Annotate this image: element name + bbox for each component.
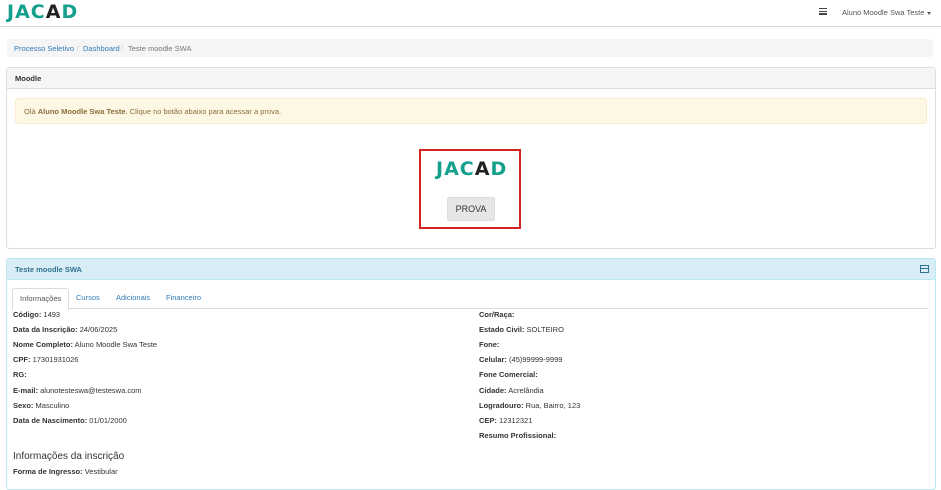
field-label: E-mail: <box>13 386 39 395</box>
field-cor-raca: Cor/Raça: <box>479 310 514 319</box>
breadcrumb-dashboard[interactable]: Dashboard <box>83 44 120 53</box>
tab-informacoes[interactable]: Informações <box>12 288 70 310</box>
logo-text-right: D <box>61 1 79 23</box>
field-data-nascimento: Data de Nascimento: 01/01/2000 <box>13 416 127 425</box>
field-value: alunotesteswa@testeswa.com <box>40 386 142 395</box>
field-logradouro: Logradouro: Rua, Bairro, 123 <box>479 401 580 410</box>
field-value: 1493 <box>43 310 61 319</box>
user-menu-dropdown[interactable]: Aluno Moodle Swa Teste <box>842 8 932 17</box>
moodle-panel: Moodle Olá Aluno Moodle Swa Teste. Cliqu… <box>6 67 936 249</box>
field-label: Data de Nascimento: <box>13 416 88 425</box>
info-tabs: Informações Cursos Adicionais Financeiro <box>12 288 928 310</box>
inscription-info-panel: Teste moodle SWA Informações Cursos Adic… <box>6 258 936 490</box>
field-cpf: CPF: 17301931026 <box>13 355 78 364</box>
table-icon[interactable] <box>920 265 929 273</box>
field-label: CEP: <box>479 416 497 425</box>
field-label: Fone Comercial: <box>479 370 538 379</box>
welcome-alert: Olá Aluno Moodle Swa Teste. Clique no bo… <box>15 98 927 124</box>
field-fone-comercial: Fone Comercial: <box>479 370 538 379</box>
field-label: Fone: <box>479 340 500 349</box>
field-label: Cor/Raça: <box>479 310 515 319</box>
field-label: Nome Completo: <box>13 340 73 349</box>
breadcrumb-current: Teste moodle SWA <box>128 44 192 53</box>
field-forma-ingresso: Forma de Ingresso: Vestibular <box>13 467 118 476</box>
alert-user-name: Aluno Moodle Swa Teste <box>37 107 126 116</box>
field-label: Código: <box>13 310 42 319</box>
field-value: Masculino <box>35 401 70 410</box>
section-title-inscricao: Informações da inscrição <box>13 451 125 462</box>
field-cidade: Cidade: Acrelândia <box>479 386 544 395</box>
field-rg: RG: <box>13 370 27 379</box>
alert-suffix: . Clique no botão abaixo para acessar a … <box>125 107 282 116</box>
field-value: 01/01/2000 <box>89 416 127 425</box>
tab-cursos[interactable]: Cursos <box>69 288 107 307</box>
field-resumo-profissional: Resumo Profissional: <box>479 431 556 440</box>
field-sexo: Sexo: Masculino <box>13 401 69 410</box>
field-value: Rua, Bairro, 123 <box>525 401 581 410</box>
field-label: CPF: <box>13 355 31 364</box>
jacad-logo: JACAD <box>436 158 507 180</box>
field-label: Data da Inscrição: <box>13 325 78 334</box>
field-value: 12312321 <box>499 416 533 425</box>
tab-adicionais[interactable]: Adicionais <box>109 288 157 307</box>
breadcrumb-separator: / <box>121 44 124 53</box>
prova-highlight-box: JACAD PROVA <box>419 149 521 229</box>
field-codigo: Código: 1493 <box>13 310 60 319</box>
alert-text: Olá Aluno Moodle Swa Teste. Clique no bo… <box>24 107 281 116</box>
logo-text-left: JAC <box>7 1 46 23</box>
field-label: Cidade: <box>479 386 507 395</box>
field-value: Aluno Moodle Swa Teste <box>74 340 158 349</box>
breadcrumb-processo-seletivo[interactable]: Processo Seletivo <box>14 44 74 53</box>
logo-text-slash: A <box>474 158 491 180</box>
field-label: RG: <box>13 370 27 379</box>
logo-text-right: D <box>490 158 508 180</box>
field-cep: CEP: 12312321 <box>479 416 532 425</box>
field-email: E-mail: alunotesteswa@testeswa.com <box>13 386 142 395</box>
field-celular: Celular: (45)99999-9999 <box>479 355 562 364</box>
field-value: Acrelândia <box>508 386 544 395</box>
alert-prefix: Olá <box>24 107 38 116</box>
tab-financeiro[interactable]: Financeiro <box>159 288 208 307</box>
breadcrumb: Processo Seletivo / Dashboard / Teste mo… <box>7 39 933 57</box>
field-estado-civil: Estado Civil: SOLTEIRO <box>479 325 564 334</box>
moodle-panel-title: Moodle <box>15 74 42 83</box>
info-panel-title: Teste moodle SWA <box>15 265 82 274</box>
field-label: Celular: <box>479 355 507 364</box>
field-value: 24/06/2025 <box>79 325 118 334</box>
user-name: Aluno Moodle Swa Teste <box>842 8 925 17</box>
breadcrumb-separator: / <box>77 44 80 53</box>
prova-button[interactable]: PROVA <box>447 197 495 221</box>
field-label: Resumo Profissional: <box>479 431 557 440</box>
list-icon[interactable] <box>819 8 827 15</box>
field-fone: Fone: <box>479 340 499 349</box>
field-data-inscricao: Data da Inscrição: 24/06/2025 <box>13 325 117 334</box>
info-panel-header: Teste moodle SWA <box>7 259 935 280</box>
jacad-logo[interactable]: JACAD <box>7 2 78 22</box>
logo-text-left: JAC <box>436 158 475 180</box>
field-label: Sexo: <box>13 401 34 410</box>
field-nome-completo: Nome Completo: Aluno Moodle Swa Teste <box>13 340 157 349</box>
field-value: 17301931026 <box>32 355 79 364</box>
field-label: Forma de Ingresso: <box>13 467 83 476</box>
caret-down-icon <box>927 11 932 15</box>
field-label: Logradouro: <box>479 401 524 410</box>
top-navbar: JACAD Aluno Moodle Swa Teste <box>0 0 941 27</box>
moodle-panel-header: Moodle <box>7 68 935 89</box>
field-value: SOLTEIRO <box>526 325 564 334</box>
logo-text-slash: A <box>45 1 62 23</box>
field-value: (45)99999-9999 <box>509 355 563 364</box>
field-label: Estado Civil: <box>479 325 525 334</box>
field-value: Vestibular <box>84 467 118 476</box>
